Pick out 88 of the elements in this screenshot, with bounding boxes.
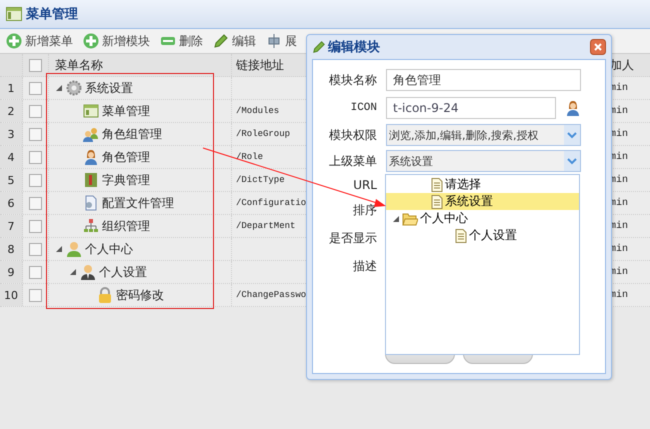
menu-name: 角色管理 [102,148,150,166]
input-field[interactable]: 角色管理 [386,69,581,91]
folder-icon [402,212,418,226]
menu-name: 角色组管理 [102,126,162,142]
checkbox[interactable] [29,266,42,278]
tree-item[interactable]: 个人中心 [386,210,579,227]
toolbar-button[interactable]: 展 [266,32,297,50]
menu-name: 配置文件管理 [102,194,174,212]
field-label: ICON [350,102,378,114]
checkbox[interactable] [29,196,42,210]
document-icon [83,195,99,211]
window-icon [83,103,99,119]
tree-item[interactable]: 个人设置 [386,227,579,244]
row-number: 9 [8,266,14,278]
row-number: 6 [8,196,14,210]
checkbox[interactable] [29,288,42,302]
link-address: /DepartMent [236,221,296,231]
row-number: 4 [8,150,14,164]
org-chart-icon [83,218,99,234]
select-field[interactable]: 系统设置 [386,150,581,172]
menu-name: 菜单管理 [102,102,150,120]
link-address: /Role [236,152,264,162]
person-icon [66,241,82,257]
expand-icon [266,33,282,49]
checkbox[interactable] [29,242,42,256]
row-number: 3 [8,128,14,140]
toolbar-button[interactable]: 删除 [160,32,203,50]
row-number: 8 [8,242,14,256]
checkbox[interactable] [29,58,42,72]
lock-icon [97,287,113,303]
tree-item[interactable]: 请选择 [386,176,579,193]
field-label: 模块名称 [328,72,378,88]
menu-name: 组织管理 [102,218,150,234]
add-icon [83,33,99,49]
document-icon [431,178,443,192]
menu-name: 个人中心 [85,240,133,258]
menu-name: 个人设置 [99,264,147,280]
document-icon [431,194,443,208]
row-number: 1 [8,82,14,94]
link-address: /Modules [236,106,280,116]
menu-name: 字典管理 [102,172,150,188]
input-field[interactable]: t-icon-9-24 [386,97,556,119]
field-label: 上级菜单 [328,152,378,170]
person-icon [80,264,96,280]
row-number: 7 [8,220,14,232]
menu-name: 系统设置 [85,80,133,96]
tree-item[interactable]: 系统设置 [386,193,579,210]
chevron-down-icon [564,151,580,171]
checkbox[interactable] [29,82,42,94]
row-number: 2 [8,104,14,118]
toolbar-button[interactable]: 新增菜单 [6,32,73,50]
link-address: /DictType [236,175,285,185]
book-icon [83,172,99,188]
field-label: 描述 [352,258,378,274]
field-label: 模块权限 [328,126,378,144]
gear-icon [66,80,82,96]
checkbox[interactable] [29,220,42,232]
expander-icon[interactable] [55,245,63,253]
row-number: 5 [8,174,14,186]
toolbar-button[interactable]: 新增模块 [83,32,150,50]
pencil-icon [213,33,229,49]
users-icon [83,126,99,142]
field-label: 是否显示 [328,230,378,246]
expander-icon[interactable] [55,84,63,92]
checkbox[interactable] [29,104,42,118]
link-address: /ChangePasswo [236,290,306,300]
column-header: 链接地址 [236,56,284,74]
person-icon [83,149,99,165]
person-icon[interactable] [565,100,581,116]
checkbox[interactable] [29,174,42,186]
link-address: /Configuratio [236,198,306,208]
checkbox[interactable] [29,150,42,164]
close-button[interactable] [590,39,606,55]
add-icon [6,33,22,49]
row-number: 10 [4,288,18,302]
expander-icon[interactable] [69,268,77,276]
window-icon [6,7,22,21]
select-field[interactable]: 浏览,添加,编辑,删除,搜索,授权 [386,124,581,146]
menu-name: 密码修改 [116,286,164,304]
toolbar-button[interactable]: 编辑 [213,32,256,50]
chevron-down-icon [564,125,580,145]
document-icon [455,228,467,242]
window-title: 菜单管理 [26,6,78,23]
field-label: URL [352,178,378,192]
dialog-title: 编辑模块 [328,38,381,56]
link-address: /RoleGroup [236,129,290,139]
checkbox[interactable] [29,128,42,140]
column-header: 菜单名称 [55,56,103,74]
